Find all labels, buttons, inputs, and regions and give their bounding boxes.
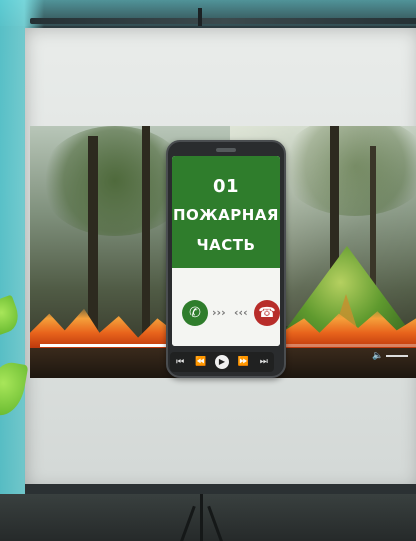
speaker-icon[interactable]: 🔈 [372,351,383,361]
projector-screen-base [25,484,416,494]
phone-decline-icon[interactable]: ☎ [254,300,280,326]
screen-mount-bar [30,18,416,24]
tree-trunk [88,136,98,346]
swipe-right-arrows: ››› [212,306,226,319]
caller-name-line2: ЧАСТЬ [196,236,256,254]
swipe-left-arrows: ‹‹‹ [234,306,248,319]
caller-name-line1: ПОЖАРНАЯ [173,206,279,224]
play-icon[interactable]: ▶ [214,355,229,369]
photo-scene: 01 ПОЖАРНАЯ ЧАСТЬ ✆ ››› ‹‹‹ ☎ ⏮ ⏪ ▶ ⏩ ⏭ … [0,0,416,541]
caller-number: 01 [212,176,240,197]
tripod-leg [200,494,203,541]
floor [0,494,416,541]
phone: 01 ПОЖАРНАЯ ЧАСТЬ ✆ ››› ‹‹‹ ☎ [166,140,286,378]
volume-slider[interactable] [386,355,409,357]
phone-speaker [216,148,236,152]
phone-screen: 01 ПОЖАРНАЯ ЧАСТЬ ✆ ››› ‹‹‹ ☎ [172,156,280,346]
volume-control[interactable]: 🔈 [372,351,412,361]
video-player-controls: ⏮ ⏪ ▶ ⏩ ⏭ [170,352,274,372]
fast-forward-icon[interactable]: ⏩ [237,357,249,367]
skip-forward-icon[interactable]: ⏭ [258,357,270,367]
tree-trunk [142,126,150,346]
skip-back-icon[interactable]: ⏮ [174,357,186,367]
rewind-icon[interactable]: ⏪ [195,357,207,367]
screen-hook [198,8,202,26]
phone-accept-icon[interactable]: ✆ [182,300,208,326]
